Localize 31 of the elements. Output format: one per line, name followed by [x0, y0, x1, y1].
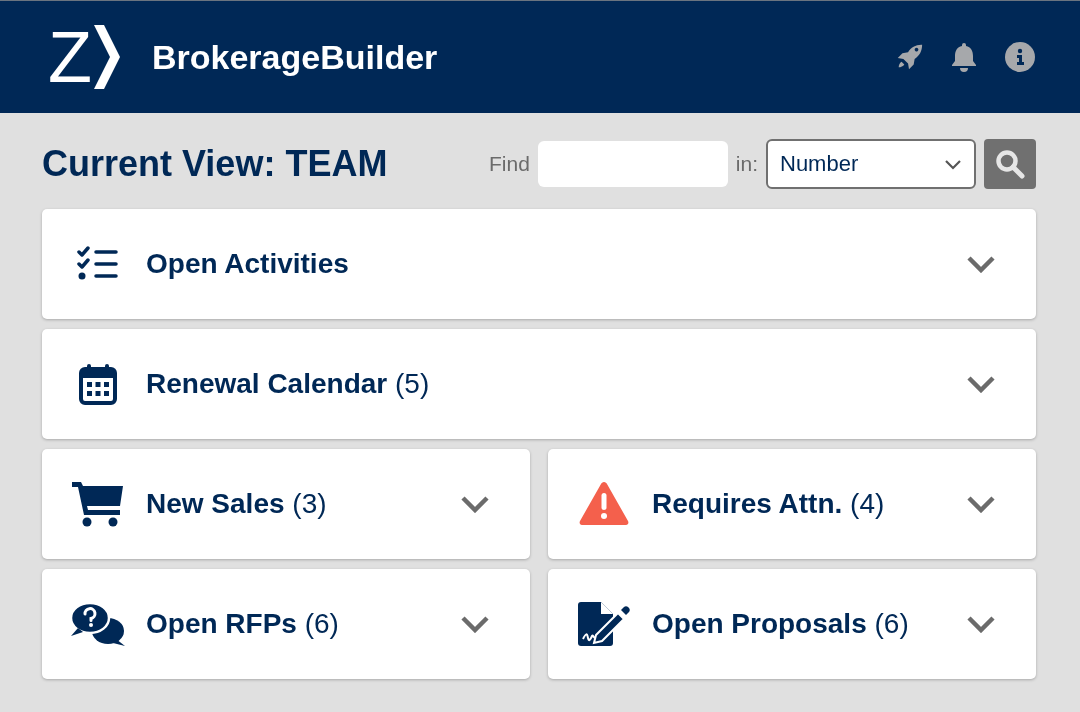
find-field[interactable] [537, 141, 728, 187]
bell-icon[interactable] [950, 42, 978, 72]
panel-title: Open RFPs (6) [146, 608, 339, 640]
signed-document-icon [578, 601, 630, 647]
cart-icon [71, 481, 125, 527]
panel-header[interactable]: Renewal Calendar (5) [42, 329, 1036, 439]
info-icon[interactable] [1004, 41, 1036, 73]
find-label: Find [488, 152, 530, 176]
panel-title: Renewal Calendar (5) [146, 368, 430, 400]
panel-title: New Sales (3) [146, 488, 327, 520]
caret-icon [944, 158, 962, 170]
view-title: Current View: TEAM [42, 143, 389, 185]
logo-letter: Z [48, 21, 92, 93]
search-icon [995, 149, 1025, 179]
panel-title: Requires Attn. (4) [652, 488, 885, 520]
panel-header[interactable]: New Sales (3) [42, 449, 530, 559]
checklist-icon [76, 246, 120, 282]
warning-icon [578, 481, 630, 527]
panel-header[interactable]: Open RFPs (6) [42, 569, 530, 679]
chevron-logo-icon [94, 25, 120, 89]
panel-title: Open Proposals (6) [652, 608, 909, 640]
calendar-icon [79, 363, 117, 405]
panel-header[interactable]: Open Activities [42, 209, 1036, 319]
panel-header[interactable]: Open Proposals (6) [548, 569, 1036, 679]
panel-header[interactable]: Requires Attn. (4) [548, 449, 1036, 559]
in-label: in: [735, 152, 758, 176]
panel-title: Open Activities [146, 248, 349, 280]
search-button[interactable] [984, 139, 1036, 189]
app-name: BrokerageBuilder [152, 37, 438, 77]
question-chat-icon [70, 601, 126, 647]
field-select[interactable]: Number [766, 139, 976, 189]
